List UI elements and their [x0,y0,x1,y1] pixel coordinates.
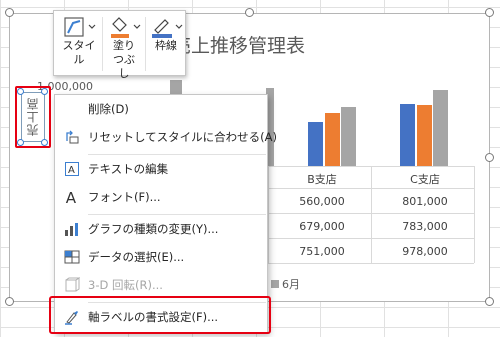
axis-title-handle[interactable] [41,88,48,95]
chart-resize-handle[interactable] [485,153,494,162]
menu-item-label: 3-D 回転(R)... [88,278,163,292]
toolbar-separator [145,17,146,71]
axis-title-box[interactable]: 売上高 [21,92,45,142]
chart-resize-handle[interactable] [5,297,14,306]
menu-item-edit-text[interactable]: A テキストの編集 [55,158,267,180]
toolbar-separator [102,17,103,71]
chart-bar[interactable] [308,122,323,166]
chart-bar[interactable] [400,103,415,166]
menu-item-label: 削除(D) [88,102,129,116]
axis-title-handle[interactable] [41,139,48,146]
reset-style-icon [64,129,80,145]
axis-title: 売上高 [26,97,40,136]
svg-text:A: A [68,165,75,176]
menu-item-change-chart-type[interactable]: グラフの種類の変更(Y)... [55,218,267,240]
chart-resize-handle[interactable] [5,8,14,17]
chart-bar[interactable] [341,107,356,166]
pen-icon [152,19,183,38]
chart-resize-handle[interactable] [245,8,254,17]
chart-resize-handle[interactable] [485,297,494,306]
select-data-icon [64,249,80,265]
chart-title[interactable]: 売上推移管理表 [172,31,305,58]
outline-button[interactable]: 枠線 [147,15,185,53]
table-cell: 751,000 [299,245,345,258]
table-cell: 560,000 [299,195,345,208]
menu-item-font[interactable]: A フォント(F)... [55,186,267,208]
menu-item-reset-style[interactable]: リセットしてスタイルに合わせる(A) [55,126,277,148]
chart-type-icon [64,221,80,237]
menu-item-label: フォント(F)... [88,190,161,204]
style-label: スタイル [62,39,96,66]
chart-style-icon [64,17,96,37]
axis-title-handle[interactable] [17,139,24,146]
menu-item-label: グラフの種類の変更(Y)... [88,222,219,236]
menu-separator [88,154,266,155]
svg-text:A: A [66,189,77,206]
chart-bar[interactable] [324,113,340,166]
chart-bar-partial[interactable] [170,80,182,94]
menu-item-3d-rotation: 3-D 回転(R)... [55,274,267,296]
table-cell: 679,000 [299,220,345,233]
menu-separator [88,214,266,215]
menu-item-label: リセットしてスタイルに合わせる(A) [88,130,277,144]
chart-bar[interactable] [433,89,448,166]
paint-bucket-icon [111,17,141,38]
outline-label: 枠線 [155,39,177,52]
menu-item-label: テキストの編集 [88,162,169,176]
legend-label: 6月 [282,278,300,291]
menu-item-highlight [49,296,271,334]
3d-rotation-icon [64,277,80,293]
menu-item-delete[interactable]: 削除(D) [55,98,267,120]
table-cell: 978,000 [402,245,448,258]
chart-bar[interactable] [416,104,432,166]
table-cell: 801,000 [402,195,448,208]
axis-title-handle[interactable] [17,88,24,95]
text-edit-icon: A [64,161,80,177]
table-cell: 783,000 [402,220,448,233]
table-header-cell: B支店 [307,173,337,186]
mini-toolbar: スタイル 塗りつぶし 枠線 [53,10,186,80]
legend-item[interactable]: 6月 [271,276,300,292]
fill-button[interactable]: 塗りつぶし [104,15,144,81]
font-icon: A [64,189,80,206]
chart-resize-handle[interactable] [485,8,494,17]
table-header-cell: C支店 [410,173,440,186]
menu-item-label: データの選択(E)... [88,250,185,264]
legend-swatch [271,280,279,288]
menu-item-select-data[interactable]: データの選択(E)... [55,246,267,268]
style-button[interactable]: スタイル [58,15,100,67]
fill-label: 塗りつぶし [113,39,135,80]
